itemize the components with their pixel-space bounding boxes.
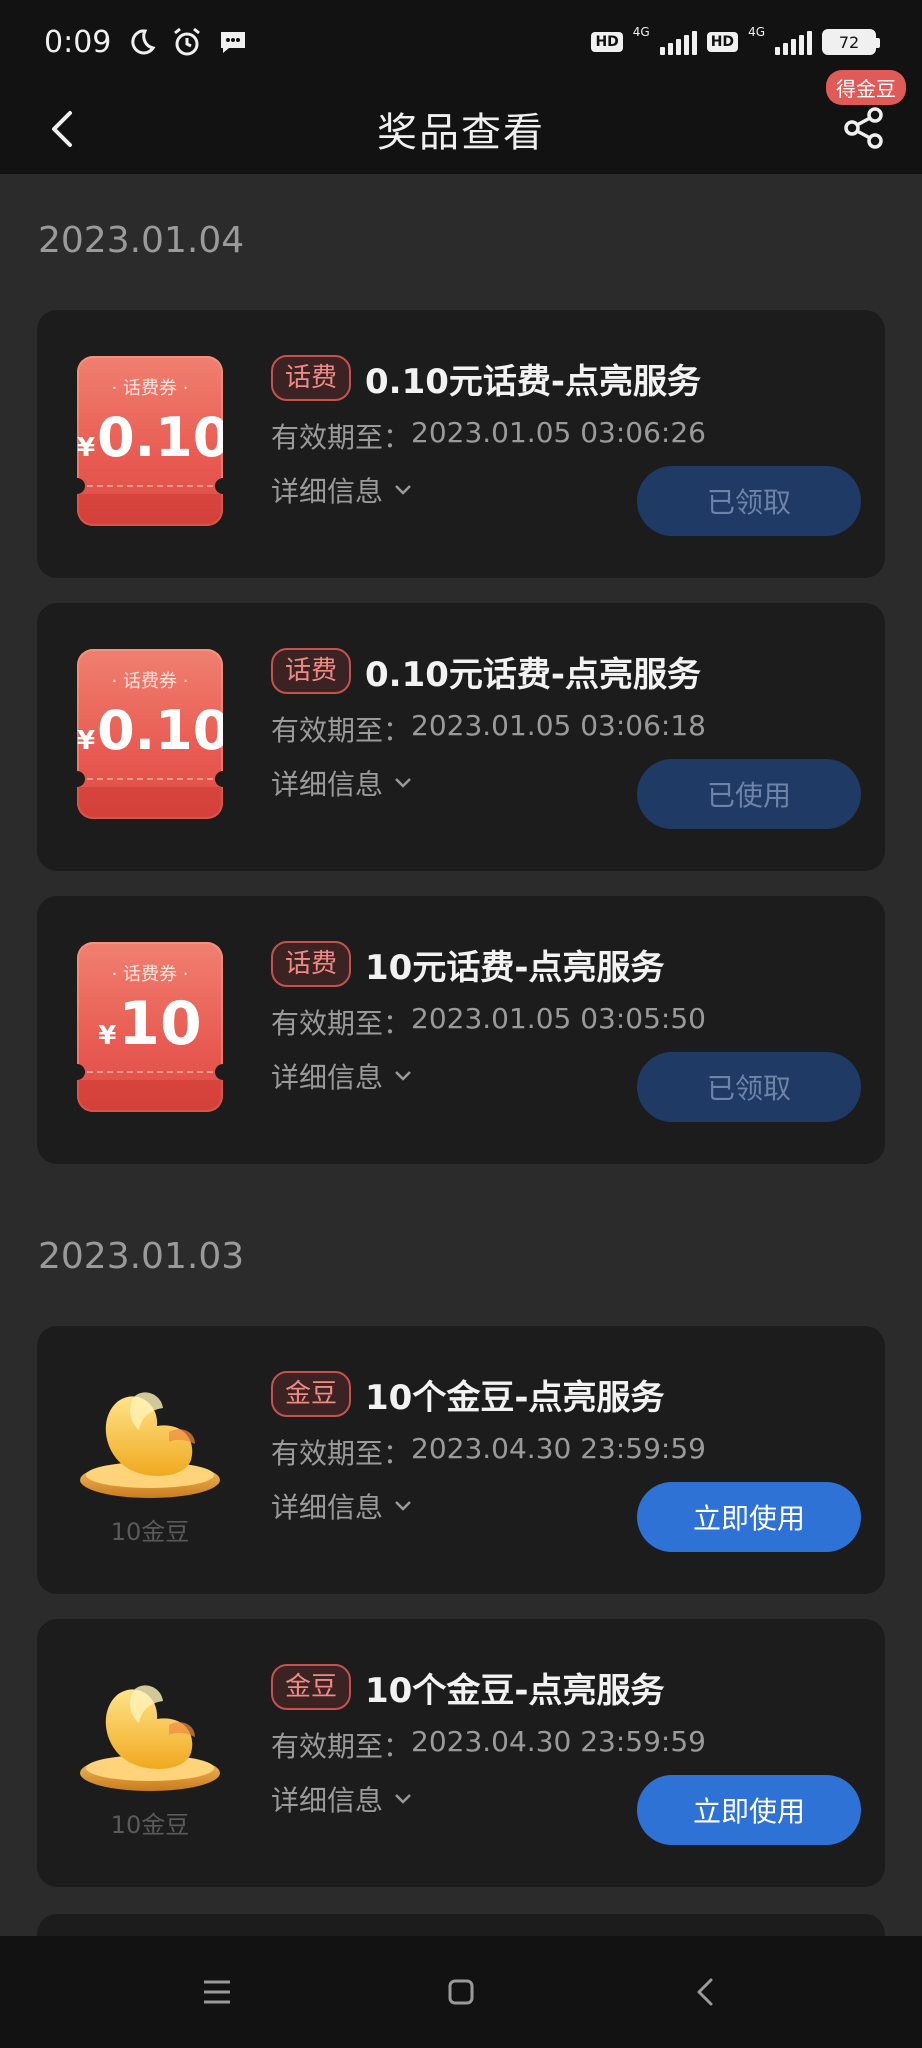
signal-icon-2 [775, 29, 812, 55]
chevron-down-icon [395, 1501, 411, 1511]
validity: 有效期至： 2023.01.05 03:05:50 [271, 1002, 861, 1042]
chevron-left-icon [52, 111, 72, 147]
coupon-amount: 0.10 [97, 699, 223, 762]
coupon-label: · 话费券 · [111, 671, 189, 692]
validity-label: 有效期至： [271, 1730, 412, 1763]
chevron-down-icon [395, 485, 411, 495]
bean-caption: 10金豆 [110, 1811, 190, 1839]
validity-label: 有效期至： [271, 421, 412, 454]
battery-icon: 72 [822, 29, 880, 55]
coupon-thumbnail: · 话费券 · ¥10 [77, 942, 223, 1112]
yen-symbol: ¥ [77, 726, 96, 756]
validity: 有效期至： 2023.01.05 03:06:18 [271, 709, 861, 749]
menu-icon [204, 1980, 230, 2004]
details-label: 详细信息 [271, 1061, 384, 1094]
coupon-amount: 0.10 [97, 406, 223, 469]
prize-view-screen: 0:09 HD 4G HD 4G 72 奖品查看 得金豆 2023.01.04 … [0, 0, 922, 2048]
prize-card: 10金豆 金豆 10个金豆-点亮服务 有效期至： 2023.04.30 23:5… [37, 1619, 885, 1887]
coupon-amount: 10 [118, 989, 202, 1059]
coupon-thumbnail: · 话费券 · ¥0.10 [77, 649, 223, 819]
category-tag: 话费 [271, 355, 352, 401]
page-title: 奖品查看 [377, 110, 545, 156]
validity: 有效期至： 2023.04.30 23:59:59 [271, 1725, 861, 1765]
back-triangle-icon [697, 1978, 713, 2006]
category-tag: 金豆 [271, 1371, 352, 1417]
prize-card: 10金豆 金豆 10个金豆-点亮服务 有效期至： 2023.04.30 23:5… [37, 1326, 885, 1594]
status-bar: 0:09 HD 4G HD 4G 72 [0, 0, 922, 84]
validity-label: 有效期至： [271, 714, 412, 747]
validity-label: 有效期至： [271, 1437, 412, 1470]
category-tag: 话费 [271, 941, 352, 987]
coupon-thumbnail: · 话费券 · ¥0.10 [77, 356, 223, 526]
prize-card: · 话费券 · ¥0.10 话费 0.10元话费-点亮服务 有效期至： 2023… [37, 603, 885, 871]
prize-name: 0.10元话费-点亮服务 [365, 654, 702, 695]
signal-icon-1 [659, 29, 697, 55]
share-icon [844, 107, 883, 149]
system-nav-bar [0, 1936, 922, 2048]
gold-bean-icon [80, 1685, 220, 1791]
yen-symbol: ¥ [98, 1021, 117, 1051]
use-now-button[interactable]: 立即使用 [637, 1482, 861, 1552]
title-bar: 奖品查看 得金豆 [0, 70, 922, 174]
prize-name: 10个金豆-点亮服务 [365, 1670, 665, 1711]
chevron-down-icon [395, 778, 411, 788]
next-prize-card-partial [37, 1914, 885, 1936]
bean-caption: 10金豆 [110, 1518, 190, 1546]
details-label: 详细信息 [271, 1491, 384, 1524]
chevron-down-icon [395, 1071, 411, 1081]
used-button[interactable]: 已使用 [637, 759, 861, 829]
validity-value: 2023.04.30 23:59:59 [411, 1432, 706, 1465]
claimed-button[interactable]: 已领取 [637, 466, 861, 536]
status-time: 0:09 [44, 24, 112, 60]
prize-name: 0.10元话费-点亮服务 [365, 361, 702, 402]
prize-card: · 话费券 · ¥0.10 话费 0.10元话费-点亮服务 有效期至： 2023… [37, 310, 885, 578]
network-type-2: 4G [748, 25, 765, 39]
details-label: 详细信息 [271, 768, 384, 801]
system-back-button[interactable] [678, 1965, 732, 2019]
validity-value: 2023.04.30 23:59:59 [411, 1725, 706, 1758]
home-square-icon [448, 1979, 474, 2005]
prize-card: · 话费券 · ¥10 话费 10元话费-点亮服务 有效期至： 2023.01.… [37, 896, 885, 1164]
date-header: 2023.01.03 [38, 1236, 245, 1277]
validity: 有效期至： 2023.04.30 23:59:59 [271, 1432, 861, 1472]
validity-value: 2023.01.05 03:06:18 [411, 709, 706, 742]
details-label: 详细信息 [271, 1784, 384, 1817]
recent-apps-button[interactable] [190, 1965, 244, 2019]
gold-bean-thumbnail: 10金豆 [77, 1372, 223, 1546]
prize-name: 10元话费-点亮服务 [365, 947, 665, 988]
validity-value: 2023.01.05 03:06:26 [411, 416, 706, 449]
prize-list: 2023.01.04 · 话费券 · ¥0.10 话费 0.10元话费-点亮服务… [0, 174, 922, 1936]
network-type-1: 4G [632, 25, 650, 39]
alarm-icon [171, 26, 203, 58]
validity-value: 2023.01.05 03:05:50 [411, 1002, 706, 1035]
details-label: 详细信息 [271, 475, 384, 508]
hd-badge-2: HD [706, 32, 739, 52]
use-now-button[interactable]: 立即使用 [637, 1775, 861, 1845]
category-tag: 金豆 [271, 1664, 352, 1710]
claimed-button[interactable]: 已领取 [637, 1052, 861, 1122]
gold-bean-thumbnail: 10金豆 [77, 1665, 223, 1839]
coupon-label: · 话费券 · [111, 964, 189, 985]
prize-name: 10个金豆-点亮服务 [365, 1377, 665, 1418]
yen-symbol: ¥ [77, 433, 96, 463]
coupon-label: · 话费券 · [111, 378, 189, 399]
share-button[interactable] [834, 98, 894, 158]
category-tag: 话费 [271, 648, 352, 694]
moon-icon [125, 26, 157, 58]
back-button[interactable] [36, 102, 90, 156]
home-button[interactable] [434, 1965, 488, 2019]
validity-label: 有效期至： [271, 1007, 412, 1040]
validity: 有效期至： 2023.01.05 03:06:26 [271, 416, 861, 456]
gold-bean-icon [80, 1392, 220, 1498]
message-icon [217, 26, 249, 58]
hd-badge-1: HD [591, 32, 623, 52]
share-reward-badge[interactable]: 得金豆 [826, 70, 906, 105]
date-header: 2023.01.04 [38, 220, 245, 261]
chevron-down-icon [395, 1794, 411, 1804]
